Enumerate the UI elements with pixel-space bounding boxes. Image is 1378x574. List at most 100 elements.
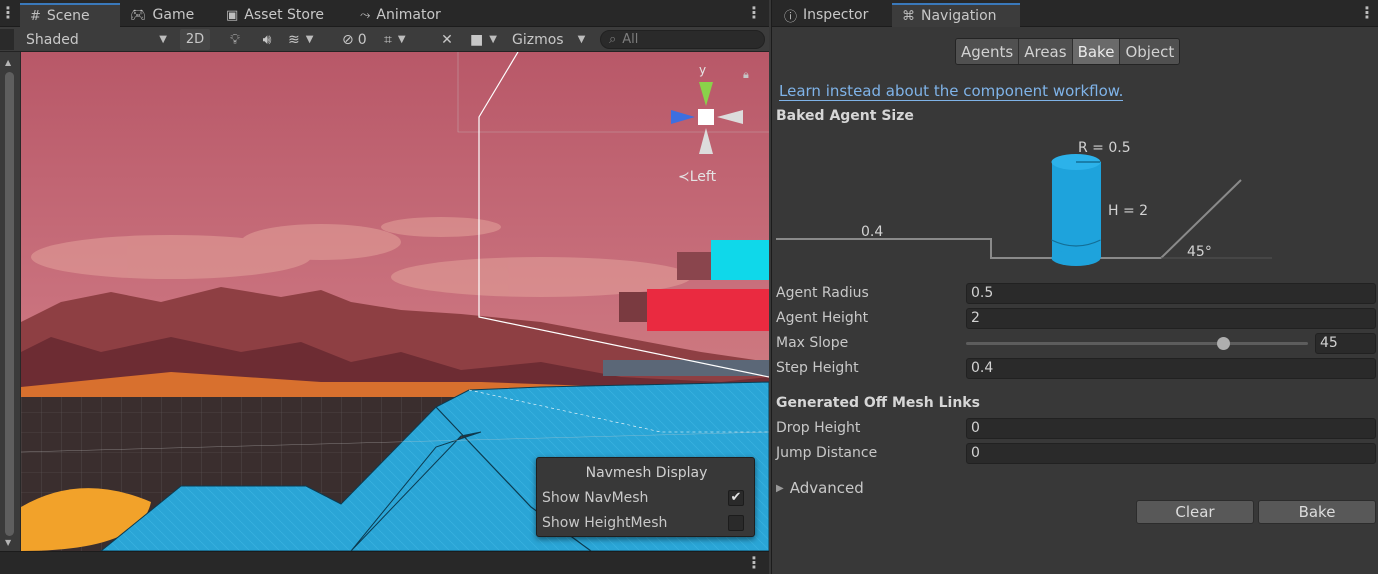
draw-mode-dropdown[interactable]: Shaded ▼ [21,29,171,50]
y-axis-cone[interactable] [699,82,713,106]
advanced-label: Advanced [789,479,864,497]
scene-options-icon[interactable]: ⋮ [746,3,762,23]
show-navmesh-label: Show NavMesh [542,490,649,506]
tab-scene[interactable]: # Scene [20,3,120,27]
tab-animator-label: Animator [376,7,441,23]
camera-dropdown[interactable]: ■ ▼ [470,29,506,50]
gamepad-icon: 🎮︎ [130,7,147,23]
component-workflow-link[interactable]: Learn instead about the component workfl… [779,82,1124,101]
eye-slash-icon: ⊘ [342,31,354,48]
scene-vertical-scrollbar[interactable]: ▲ ▼ [0,52,20,551]
animator-icon: ⤳ [360,7,371,23]
panel-menu-icon[interactable]: ⋮ [0,3,16,23]
jump-distance-input[interactable]: 0 [966,443,1376,464]
x-axis-cone[interactable] [717,110,743,124]
scene-panel: ⋮ # Scene 🎮︎ Game ▣ Asset Store ⤳ Animat… [0,0,769,574]
toolbar-left-edge [0,29,14,50]
lighting-toggle-button[interactable]: 💡︎ [226,29,244,50]
step-height-input[interactable]: 0.4 [966,358,1376,379]
max-slope-input[interactable]: 45 [1315,333,1376,354]
off-mesh-links-title: Generated Off Mesh Links [776,395,980,411]
scene-status-bar: ⋮ [0,551,769,574]
scene-viewport[interactable]: y z ≺Left 🔒︎ Navmesh Display Show NavMes… [21,52,769,551]
navmesh-display-title: Navmesh Display [585,465,708,481]
height-label: H = 2 [1108,203,1148,219]
show-heightmesh-row[interactable]: Show HeightMesh [542,513,752,533]
gizmos-label: Gizmos [512,31,564,48]
show-heightmesh-checkbox[interactable] [728,515,744,531]
chevron-right-icon: ▶ [776,482,784,494]
scene-toolbar: Shaded ▼ 2D 💡︎ 🔊︎ ≋ ▼ ⊘ 0 ⌗ ▼ ✕ ■ ▼ Gizm… [0,27,769,52]
bake-button[interactable]: Bake [1258,500,1376,524]
scrollbar-thumb[interactable] [5,72,14,536]
navigation-menu-icon[interactable]: ⋮ [1359,3,1375,23]
tab-navigation[interactable]: ⌘ Navigation [892,3,1020,27]
speaker-icon: 🔊︎ [262,31,272,48]
view-orientation-label[interactable]: ≺Left [678,169,716,185]
segment-object[interactable]: Object [1120,39,1180,64]
clear-button[interactable]: Clear [1136,500,1254,524]
status-menu-icon[interactable]: ⋮ [746,553,762,573]
tab-game-label: Game [152,7,195,23]
search-placeholder: All [622,32,639,47]
segment-areas[interactable]: Areas [1019,39,1073,64]
tools-button[interactable]: ✕ [438,29,456,50]
gizmo-center-cube[interactable] [698,109,714,125]
agent-height-input[interactable]: 2 [966,308,1376,329]
navigation-icon: ⌘ [902,8,915,24]
neg-y-axis-cone[interactable] [699,128,713,154]
cube-side [619,292,647,322]
chevron-down-icon: ▼ [489,34,497,45]
baked-agent-size-title: Baked Agent Size [776,108,914,124]
segment-bake[interactable]: Bake [1072,39,1121,64]
max-slope-slider-thumb[interactable] [1216,337,1230,350]
radius-label: R = 0.5 [1078,140,1131,156]
show-navmesh-row[interactable]: Show NavMesh ✔ [542,488,752,508]
navmesh-display-overlay: Navmesh Display Show NavMesh ✔ Show Heig… [536,457,755,537]
tab-asset-store[interactable]: ▣ Asset Store [216,3,334,27]
drop-height-input[interactable]: 0 [966,418,1376,439]
navigation-panel: ⓘ Inspector ⌘ Navigation ⋮ Agents Areas … [771,0,1378,574]
grid-icon: # [30,8,41,24]
gizmo-y-label: y [699,63,706,77]
show-navmesh-checkbox[interactable]: ✔ [728,490,744,506]
effects-dropdown[interactable]: ≋ ▼ [288,29,336,50]
tab-asset-store-label: Asset Store [244,7,325,23]
grid-snap-icon: ⌗ [384,31,392,48]
agent-radius-input[interactable]: 0.5 [966,283,1376,304]
search-icon: ⌕ [609,32,617,47]
advanced-foldout[interactable]: ▶ Advanced [776,479,864,497]
light-bulb-icon: 💡︎ [230,31,240,48]
cyan-cube [711,240,769,280]
audio-toggle-button[interactable]: 🔊︎ [256,29,278,50]
chevron-down-icon: ▼ [159,34,167,45]
effects-icon: ≋ [288,31,300,48]
chevron-down-icon: ▼ [577,34,586,45]
hidden-count: 0 [357,31,367,48]
step-label: 0.4 [861,224,883,240]
scroll-up-icon[interactable]: ▲ [5,58,11,67]
tab-game[interactable]: 🎮︎ Game [120,3,204,27]
step-height-label: Step Height [776,360,859,376]
terrain-profile [776,179,1242,259]
jump-distance-label: Jump Distance [776,445,878,461]
scene-search-input[interactable]: ⌕ All [600,30,765,49]
scroll-down-icon[interactable]: ▼ [5,538,11,547]
red-cube [647,289,769,331]
z-axis-cone[interactable] [671,110,695,124]
cube-side [677,252,711,280]
max-slope-label: Max Slope [776,335,849,351]
2d-toggle-button[interactable]: 2D [180,29,210,50]
info-icon: ⓘ [784,9,798,25]
grid-snapping-dropdown[interactable]: ⌗ ▼ [384,29,430,50]
navigation-segmented-control: Agents Areas Bake Object [955,38,1181,65]
lock-icon[interactable]: 🔒︎ [743,68,749,82]
segment-agents[interactable]: Agents [956,39,1020,64]
gizmos-dropdown[interactable]: Gizmos ▼ [509,29,595,50]
tab-inspector[interactable]: ⓘ Inspector [774,3,878,27]
scene-visibility-toggle[interactable]: ⊘ 0 [342,29,376,50]
navigation-tabbar: ⓘ Inspector ⌘ Navigation ⋮ [772,0,1378,27]
tab-animator[interactable]: ⤳ Animator [350,3,451,27]
tab-inspector-label: Inspector [803,7,869,23]
max-slope-slider[interactable] [966,337,1308,350]
